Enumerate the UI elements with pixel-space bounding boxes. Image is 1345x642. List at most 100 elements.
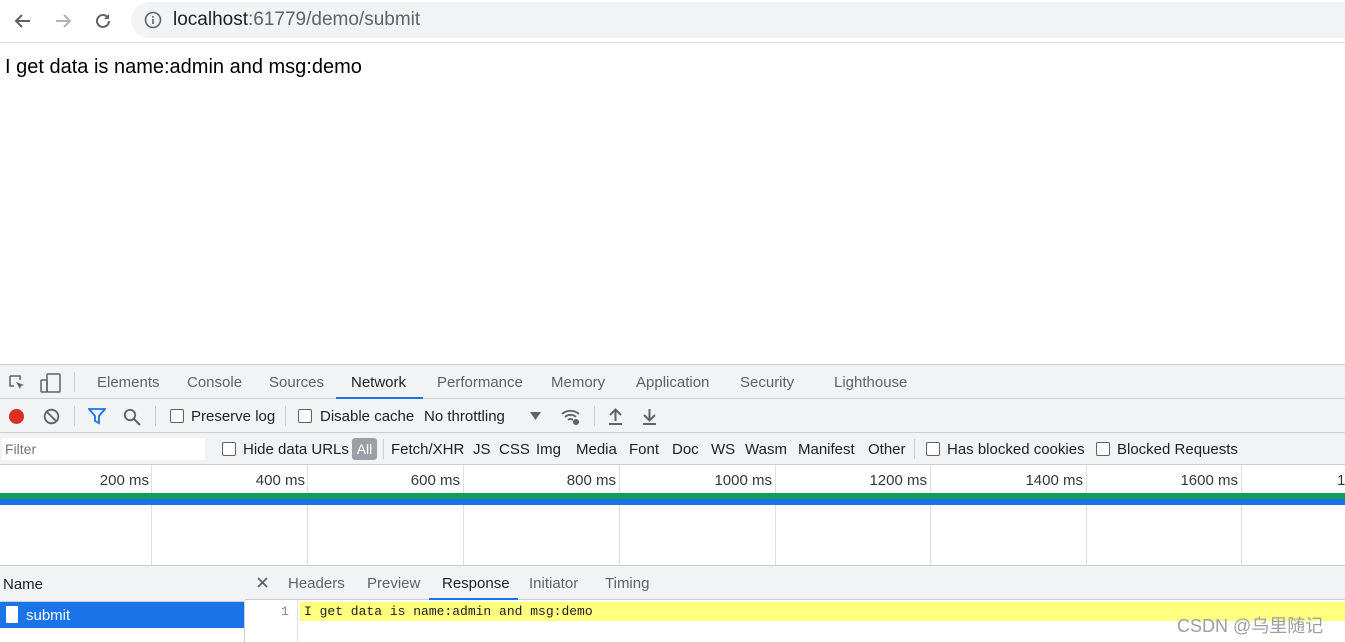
- gridline: [307, 465, 308, 565]
- arrow-right-icon: [56, 14, 72, 28]
- network-conditions-icon[interactable]: [560, 407, 582, 427]
- filter-type-manifest[interactable]: Manifest: [798, 441, 855, 458]
- disable-cache-checkbox[interactable]: [298, 409, 312, 423]
- timeline-tick: 200 ms: [99, 472, 149, 489]
- divider: [285, 406, 286, 426]
- record-icon[interactable]: [8, 408, 25, 425]
- inspect-element-icon[interactable]: [8, 374, 26, 392]
- filter-type-fetch-xhr[interactable]: Fetch/XHR: [391, 441, 464, 458]
- request-list: Name submit: [0, 566, 245, 642]
- tab-headers[interactable]: Headers: [288, 575, 345, 592]
- hide-data-urls-label: Hide data URLs: [243, 441, 349, 458]
- filter-type-doc[interactable]: Doc: [672, 441, 699, 458]
- address-bar[interactable]: localhost:61779/demo/submit: [131, 2, 1345, 38]
- timeline-tick: 1400 ms: [1025, 472, 1083, 489]
- gridline: [619, 465, 620, 565]
- throttling-select[interactable]: No throttling: [424, 408, 505, 425]
- filter-type-img[interactable]: Img: [536, 441, 561, 458]
- tab-initiator[interactable]: Initiator: [529, 575, 578, 592]
- name-column-header[interactable]: Name: [0, 566, 245, 602]
- tab-memory[interactable]: Memory: [551, 374, 605, 391]
- divider: [155, 406, 156, 426]
- back-button[interactable]: [8, 6, 38, 36]
- tab-security[interactable]: Security: [740, 374, 794, 391]
- filter-type-font[interactable]: Font: [629, 441, 659, 458]
- gridline: [930, 465, 931, 565]
- arrow-left-icon: [14, 14, 30, 28]
- filter-type-js[interactable]: JS: [473, 441, 491, 458]
- dropdown-arrow-icon[interactable]: [530, 412, 541, 420]
- tab-sources[interactable]: Sources: [269, 374, 324, 391]
- blocked-requests-checkbox[interactable]: [1096, 442, 1110, 456]
- tab-network[interactable]: Network: [351, 374, 406, 391]
- import-har-icon[interactable]: [608, 407, 623, 425]
- reload-icon: [96, 13, 110, 28]
- tab-console[interactable]: Console: [187, 374, 242, 391]
- url-host: localhost: [173, 9, 248, 30]
- tab-timing[interactable]: Timing: [605, 575, 649, 592]
- hide-data-urls-checkbox[interactable]: [222, 442, 236, 456]
- divider: [914, 439, 915, 459]
- url-path: :61779/demo/submit: [248, 9, 421, 30]
- tab-lighthouse[interactable]: Lighthouse: [834, 374, 907, 391]
- filter-type-media[interactable]: Media: [576, 441, 617, 458]
- clear-icon[interactable]: [43, 408, 60, 425]
- document-icon: [6, 606, 18, 623]
- gridline: [463, 465, 464, 565]
- active-tab-indicator: [429, 598, 518, 600]
- has-blocked-cookies-label: Has blocked cookies: [947, 441, 1085, 458]
- divider: [383, 439, 384, 459]
- tab-application[interactable]: Application: [636, 374, 709, 391]
- search-icon[interactable]: [123, 408, 141, 426]
- gridline: [151, 465, 152, 565]
- info-icon[interactable]: [144, 11, 162, 29]
- filter-icon[interactable]: [88, 408, 106, 425]
- filter-type-css[interactable]: CSS: [499, 441, 530, 458]
- watermark: CSDN @乌里随记: [1177, 616, 1324, 636]
- line-gutter: [297, 600, 298, 642]
- timeline-tick: 1200 ms: [869, 472, 927, 489]
- detail-tabbar: Headers Preview Response Initiator Timin…: [245, 566, 1345, 600]
- tab-preview[interactable]: Preview: [367, 575, 420, 592]
- line-number: 1: [281, 604, 289, 619]
- forward-button[interactable]: [48, 6, 78, 36]
- close-icon[interactable]: [257, 577, 268, 588]
- browser-toolbar: localhost:61779/demo/submit: [0, 0, 1345, 43]
- divider: [74, 406, 75, 426]
- filter-type-other[interactable]: Other: [868, 441, 906, 458]
- export-har-icon[interactable]: [642, 407, 657, 425]
- disable-cache-label: Disable cache: [320, 408, 415, 425]
- waterfall-bar-download: [0, 499, 1345, 505]
- tab-elements[interactable]: Elements: [97, 374, 160, 391]
- filter-type-ws[interactable]: WS: [711, 441, 735, 458]
- network-toolbar: Preserve log Disable cache No throttling: [0, 399, 1345, 433]
- filter-type-all[interactable]: All: [352, 438, 377, 460]
- device-toolbar-icon[interactable]: [40, 373, 62, 393]
- blocked-requests-label: Blocked Requests: [1117, 441, 1238, 458]
- timeline-tick: 600 ms: [410, 472, 460, 489]
- gridline: [1086, 465, 1087, 565]
- reload-button[interactable]: [88, 6, 118, 36]
- devtools-tabbar: Elements Console Sources Network Perform…: [0, 365, 1345, 399]
- preserve-log-checkbox[interactable]: [170, 409, 184, 423]
- timeline-tick: 800 ms: [566, 472, 616, 489]
- gridline: [1241, 465, 1242, 565]
- filter-input[interactable]: [2, 438, 205, 460]
- request-name: submit: [26, 607, 71, 624]
- timeline-tick: 400 ms: [255, 472, 305, 489]
- timeline-tick: 1: [1337, 472, 1345, 489]
- tab-performance[interactable]: Performance: [437, 374, 523, 391]
- request-row-submit[interactable]: submit: [0, 602, 244, 628]
- url-text: localhost:61779/demo/submit: [173, 9, 420, 31]
- divider: [74, 372, 75, 392]
- response-body: I get data is name:admin and msg:demo: [304, 604, 593, 619]
- filter-type-wasm[interactable]: Wasm: [745, 441, 787, 458]
- filter-bar: Hide data URLs All Fetch/XHR JS CSS Img …: [0, 433, 1345, 465]
- divider: [594, 406, 595, 426]
- preserve-log-label: Preserve log: [191, 408, 276, 425]
- has-blocked-cookies-checkbox[interactable]: [926, 442, 940, 456]
- network-overview[interactable]: 200 ms 400 ms 600 ms 800 ms 1000 ms 1200…: [0, 465, 1345, 566]
- tab-response[interactable]: Response: [442, 575, 510, 592]
- name-header-label: Name: [3, 576, 44, 593]
- gridline: [775, 465, 776, 565]
